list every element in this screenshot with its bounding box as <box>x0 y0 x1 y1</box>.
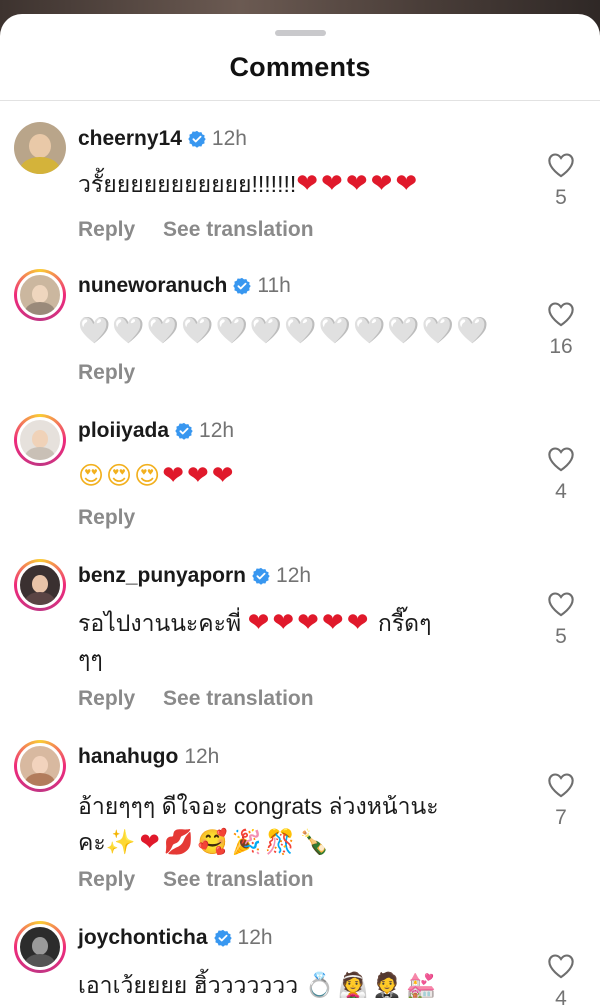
red-heart-emoji: ❤❤❤ <box>162 461 237 491</box>
comment-username[interactable]: ploiiyada <box>78 419 169 443</box>
comment-time: 12h <box>199 419 235 442</box>
comment-time: 12h <box>184 745 220 768</box>
comment-username[interactable]: joychonticha <box>78 926 208 950</box>
comment-text: อ้ายๆๆๆ ดีใจอะ congrats ล่วงหน้านะ คะ✨❤💋… <box>78 788 528 860</box>
header-divider <box>0 100 600 101</box>
like-count: 4 <box>555 987 567 1005</box>
avatar[interactable] <box>14 269 66 321</box>
avatar[interactable] <box>14 414 66 466</box>
comment-time: 11h <box>257 274 291 297</box>
comment-username[interactable]: benz_punyaporn <box>78 564 246 588</box>
like-control[interactable]: 7 <box>544 772 578 830</box>
avatar[interactable] <box>14 921 66 973</box>
comment-actions: Reply <box>78 506 157 530</box>
comment-text-body: เอาเว้ยยยย ฮิ้ววววววว <box>78 972 299 998</box>
wedding-emoji: 💍👰🤵💒 <box>304 971 441 999</box>
comment-text-tail: กรี๊ดๆ <box>377 610 432 636</box>
like-control[interactable]: 5 <box>544 152 578 210</box>
comment-text-line2: คะ <box>78 829 106 855</box>
like-control[interactable]: 16 <box>544 301 578 359</box>
comment-actions: Reply See translation <box>78 218 336 242</box>
see-translation-button[interactable]: See translation <box>163 218 314 241</box>
verified-badge-icon <box>233 277 252 295</box>
comment-text: รอไปงานนะคะพี่ ❤❤❤❤❤ กรี๊ดๆ ๆๆ <box>78 605 528 677</box>
avatar[interactable] <box>14 559 66 611</box>
comment-time: 12h <box>211 127 247 150</box>
reply-button[interactable]: Reply <box>78 687 135 710</box>
heart-outline-icon[interactable] <box>547 591 575 617</box>
like-count: 5 <box>555 625 567 648</box>
heart-outline-icon[interactable] <box>547 301 575 327</box>
like-control[interactable]: 5 <box>544 591 578 649</box>
verified-badge-icon <box>175 422 193 440</box>
reply-button[interactable]: Reply <box>78 868 135 891</box>
like-count: 5 <box>555 186 567 209</box>
comment-username[interactable]: nuneworanuch <box>78 274 227 298</box>
reply-button[interactable]: Reply <box>78 506 135 529</box>
red-heart-emoji: ❤❤❤❤❤ <box>296 169 421 199</box>
sheet-grabber-handle[interactable] <box>275 30 326 36</box>
comment-text: วรั้ยยยยยยยยยยย!!!!!!!❤❤❤❤❤ <box>78 166 528 202</box>
heart-outline-icon[interactable] <box>547 953 575 979</box>
comment-text-line2: ๆๆ <box>78 646 103 672</box>
comments-sheet: Comments cheerny14 12h วรั้ยยยยยยยยยยย!!… <box>0 14 600 1005</box>
comment-actions: Reply <box>78 361 157 385</box>
sheet-title: Comments <box>229 52 371 82</box>
celebration-emoji: ✨❤💋🥰🎉🎊🍾 <box>105 828 334 856</box>
white-heart-emoji: 🤍🤍🤍🤍🤍🤍🤍🤍🤍🤍🤍🤍 <box>78 316 491 346</box>
comment-time: 12h <box>237 926 273 949</box>
verified-badge-icon <box>252 567 270 585</box>
like-control[interactable]: 4 <box>544 953 578 1005</box>
like-control[interactable]: 4 <box>544 446 578 504</box>
heart-eyes-emoji: 😍😍😍 <box>78 461 163 490</box>
comment-text: 🤍🤍🤍🤍🤍🤍🤍🤍🤍🤍🤍🤍 <box>78 313 528 349</box>
heart-outline-icon[interactable] <box>547 152 575 178</box>
comment-text-body: รอไปงานนะคะพี่ <box>78 610 242 636</box>
comment-username[interactable]: cheerny14 <box>78 127 182 151</box>
red-heart-emoji: ❤❤❤❤❤ <box>247 608 372 638</box>
comment-actions: Reply See translation <box>78 868 336 892</box>
avatar[interactable] <box>14 740 66 792</box>
verified-badge-icon <box>188 130 206 148</box>
comment-actions: Reply See translation <box>78 687 336 711</box>
avatar[interactable] <box>14 122 66 174</box>
like-count: 4 <box>555 480 567 503</box>
reply-button[interactable]: Reply <box>78 361 135 384</box>
like-count: 16 <box>549 335 573 358</box>
like-count: 7 <box>555 806 567 829</box>
heart-outline-icon[interactable] <box>547 446 575 472</box>
comment-text-body: วรั้ยยยยยยยยยยย!!!!!!! <box>78 171 297 197</box>
comment-time: 12h <box>276 564 312 587</box>
comment-text: เอาเว้ยยยย ฮิ้ววววววว 💍👰🤵💒 <box>78 967 528 1003</box>
comment-text: 😍😍😍❤❤❤ <box>78 458 528 494</box>
reply-button[interactable]: Reply <box>78 218 135 241</box>
comment-username[interactable]: hanahugo <box>78 745 178 769</box>
heart-outline-icon[interactable] <box>547 772 575 798</box>
see-translation-button[interactable]: See translation <box>163 868 314 891</box>
see-translation-button[interactable]: See translation <box>163 687 314 710</box>
comment-text-body: อ้ายๆๆๆ ดีใจอะ congrats ล่วงหน้านะ <box>78 793 439 819</box>
verified-badge-icon <box>213 929 232 947</box>
